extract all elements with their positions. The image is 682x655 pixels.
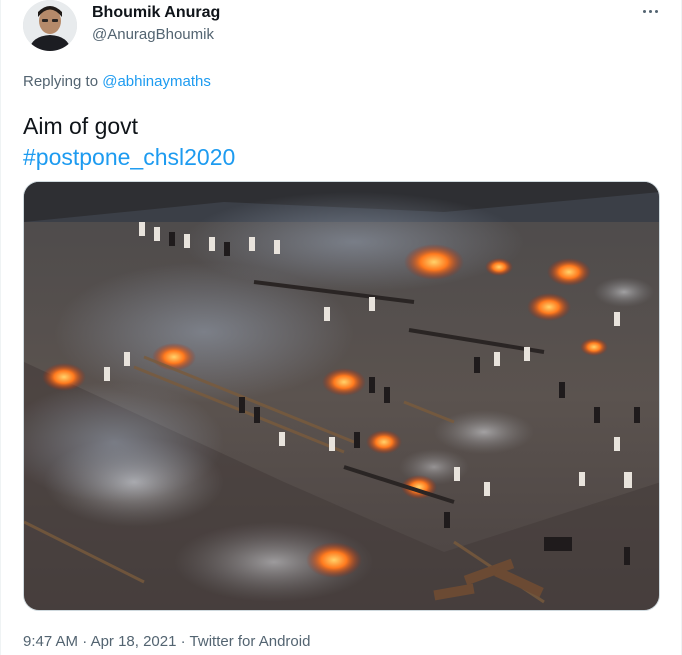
hashtag-link[interactable]: #postpone_chsl2020	[23, 142, 235, 173]
avatar[interactable]	[23, 0, 77, 51]
tweet-date[interactable]: Apr 18, 2021	[91, 633, 177, 650]
avatar-image	[23, 0, 77, 51]
tweet-text: Aim of govt #postpone_chsl2020	[23, 111, 235, 173]
replying-to-label: Replying to	[23, 73, 103, 90]
tweet-text-line: Aim of govt	[23, 113, 139, 139]
tweet-source[interactable]: Twitter for Android	[190, 633, 311, 650]
tweet-meta: 9:47 AM · Apr 18, 2021 · Twitter for And…	[23, 633, 310, 650]
meta-separator: ·	[78, 633, 91, 650]
author-handle[interactable]: @AnuragBhoumik	[92, 26, 214, 43]
more-dots-icon[interactable]	[635, 0, 665, 22]
author-name[interactable]: Bhoumik Anurag	[92, 4, 220, 22]
tweet-card: Bhoumik Anurag @AnuragBhoumik Replying t…	[0, 0, 682, 655]
cremation-ground-photo	[24, 182, 659, 610]
replying-to: Replying to @abhinaymaths	[23, 73, 211, 90]
tweet-photo[interactable]	[23, 181, 660, 611]
tweet-time[interactable]: 9:47 AM	[23, 633, 78, 650]
meta-separator: ·	[176, 633, 190, 650]
reply-target-link[interactable]: @abhinaymaths	[102, 73, 211, 90]
